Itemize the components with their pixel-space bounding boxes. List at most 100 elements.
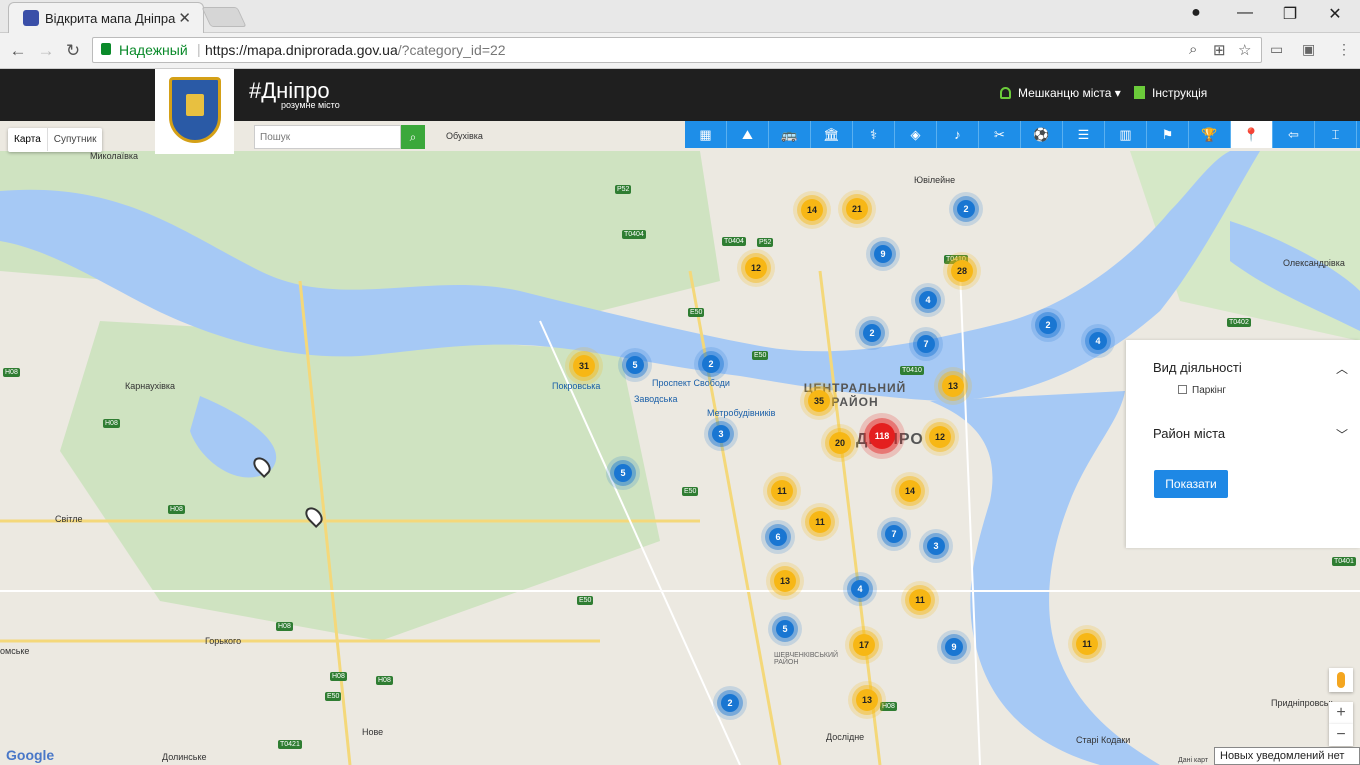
zoom-icon[interactable]: ⌕ xyxy=(1189,41,1197,58)
marker-cluster[interactable]: 2 xyxy=(863,324,881,342)
lock-icon xyxy=(101,43,111,55)
marker-cluster[interactable]: 14 xyxy=(801,199,823,221)
city-logo[interactable] xyxy=(155,69,234,154)
marker-cluster[interactable]: 13 xyxy=(942,375,964,397)
marker-cluster[interactable]: 3 xyxy=(927,537,945,555)
marker-cluster[interactable]: 9 xyxy=(874,245,892,263)
minimize-button[interactable]: — xyxy=(1230,4,1260,22)
translate-icon[interactable]: ⊞ xyxy=(1213,41,1226,59)
marker-cluster[interactable]: 3 xyxy=(712,425,730,443)
category-location-icon[interactable]: 📍 xyxy=(1231,121,1273,148)
close-tab-icon[interactable]: ✕ xyxy=(178,9,191,27)
marker-cluster[interactable]: 5 xyxy=(626,356,644,374)
close-window-button[interactable]: ✕ xyxy=(1320,4,1350,24)
cast-icon[interactable]: ▭ xyxy=(1270,41,1283,58)
marker-cluster[interactable]: 7 xyxy=(885,525,903,543)
zoom-in-button[interactable]: + xyxy=(1329,702,1353,724)
road-label: P52 xyxy=(757,238,774,247)
map-type-satellite[interactable]: Супутник xyxy=(46,128,103,151)
marker-cluster[interactable]: 31 xyxy=(573,355,595,377)
menu-icon[interactable]: ⋮ xyxy=(1337,41,1351,58)
marker-cluster[interactable]: 4 xyxy=(1089,332,1107,350)
filter-panel: Вид діяльності ︿ Паркінг Район міста ﹀ П… xyxy=(1126,340,1360,548)
category-medicine-icon[interactable]: ⚕ xyxy=(853,121,895,148)
marker-cluster[interactable]: 6 xyxy=(769,528,787,546)
chevron-up-icon[interactable]: ︿ xyxy=(1336,360,1348,377)
tab-title: Відкрита мапа Дніпра xyxy=(45,11,176,26)
marker-cluster[interactable]: 21 xyxy=(846,198,868,220)
marker-cluster[interactable]: 2 xyxy=(957,200,975,218)
category-building-icon[interactable]: ▦ xyxy=(685,121,727,148)
marker-cluster[interactable]: 2 xyxy=(1039,316,1057,334)
forward-icon[interactable]: → xyxy=(36,41,56,61)
category-tools-icon[interactable]: ✂ xyxy=(979,121,1021,148)
category-trophy-icon[interactable]: 🏆 xyxy=(1189,121,1231,148)
omnibox[interactable]: Надежный | https://mapa.dniprorada.gov.u… xyxy=(92,37,1262,63)
marker-cluster[interactable]: 14 xyxy=(899,480,921,502)
back-icon[interactable]: ← xyxy=(8,41,28,61)
place-label: Олександрівка xyxy=(1283,258,1345,268)
category-sign-icon[interactable]: ⚑ xyxy=(1147,121,1189,148)
url-text[interactable]: https://mapa.dniprorada.gov.ua/?category… xyxy=(205,42,506,58)
place-label: Придніпровськ xyxy=(1271,698,1333,708)
marker-cluster[interactable]: 11 xyxy=(771,480,793,502)
browser-tab[interactable]: Відкрита мапа Дніпра ✕ xyxy=(8,2,204,33)
category-monument-icon[interactable]: ⌶ xyxy=(1315,121,1357,148)
marker-cluster[interactable]: 11 xyxy=(809,511,831,533)
checkbox-box[interactable] xyxy=(1178,385,1187,394)
show-button[interactable]: Показати xyxy=(1154,470,1228,498)
marker-cluster[interactable]: 7 xyxy=(917,335,935,353)
reload-icon[interactable]: ↻ xyxy=(63,41,83,61)
category-soccer-icon[interactable]: ⚽ xyxy=(1021,121,1063,148)
parking-option-label: Паркінг xyxy=(1192,385,1227,396)
residents-menu[interactable]: Мешканцю міста ▾ xyxy=(1000,86,1121,100)
marker-cluster[interactable]: 2 xyxy=(702,355,720,373)
category-landscape-icon[interactable]: ⛰ xyxy=(727,121,769,148)
omnibox-separator: | xyxy=(197,41,201,57)
marker-cluster[interactable]: 5 xyxy=(776,620,794,638)
extension-icon[interactable]: ▣ xyxy=(1302,41,1315,58)
map-type-map[interactable]: Карта xyxy=(8,128,47,151)
map-attribution[interactable]: Дані карт xyxy=(1178,757,1208,764)
category-theater-icon[interactable]: ☰ xyxy=(1063,121,1105,148)
zoom-out-button[interactable]: − xyxy=(1329,724,1353,746)
marker-cluster[interactable]: 17 xyxy=(853,634,875,656)
new-tab-button[interactable] xyxy=(201,7,247,27)
marker-cluster[interactable]: 35 xyxy=(808,390,830,412)
road-label: H08 xyxy=(330,672,347,681)
category-transport-icon[interactable]: 🚌 xyxy=(769,121,811,148)
marker-cluster[interactable]: 11 xyxy=(909,589,931,611)
district-filter-title[interactable]: Район міста xyxy=(1153,426,1225,441)
category-music-icon[interactable]: ♪ xyxy=(937,121,979,148)
marker-cluster[interactable]: 118 xyxy=(869,423,895,449)
url-path: /?category_id=22 xyxy=(397,42,506,58)
marker-cluster[interactable]: 11 xyxy=(1076,633,1098,655)
maximize-button[interactable]: ❐ xyxy=(1275,4,1305,24)
category-museum-icon[interactable]: 🏛 xyxy=(811,121,853,148)
search-button[interactable]: ⌕ xyxy=(401,125,425,149)
road-label: H08 xyxy=(276,622,293,631)
activity-filter-title[interactable]: Вид діяльності xyxy=(1153,360,1242,375)
marker-cluster[interactable]: 4 xyxy=(919,291,937,309)
marker-cluster[interactable]: 2 xyxy=(721,694,739,712)
marker-cluster[interactable]: 12 xyxy=(745,257,767,279)
search-input[interactable]: Пошук xyxy=(254,125,401,149)
pegman-icon[interactable] xyxy=(1329,668,1353,692)
profile-icon[interactable]: ● xyxy=(1181,4,1211,22)
category-bank-icon[interactable]: ▥ xyxy=(1105,121,1147,148)
marker-cluster[interactable]: 5 xyxy=(614,464,632,482)
marker-cluster[interactable]: 28 xyxy=(951,260,973,282)
category-sport-icon[interactable]: ◈ xyxy=(895,121,937,148)
metro-label: Проспект Свободи xyxy=(652,378,730,388)
category-back-icon[interactable]: ⇦ xyxy=(1273,121,1315,148)
marker-cluster[interactable]: 13 xyxy=(856,689,878,711)
marker-cluster[interactable]: 20 xyxy=(829,432,851,454)
chevron-down-icon[interactable]: ﹀ xyxy=(1336,426,1348,443)
marker-cluster[interactable]: 9 xyxy=(945,638,963,656)
instructions-link[interactable]: Інструкція xyxy=(1134,86,1207,100)
parking-checkbox[interactable]: Паркінг xyxy=(1178,385,1226,396)
marker-cluster[interactable]: 13 xyxy=(774,570,796,592)
bookmark-star-icon[interactable]: ☆ xyxy=(1238,41,1251,59)
marker-cluster[interactable]: 12 xyxy=(929,426,951,448)
marker-cluster[interactable]: 4 xyxy=(851,580,869,598)
